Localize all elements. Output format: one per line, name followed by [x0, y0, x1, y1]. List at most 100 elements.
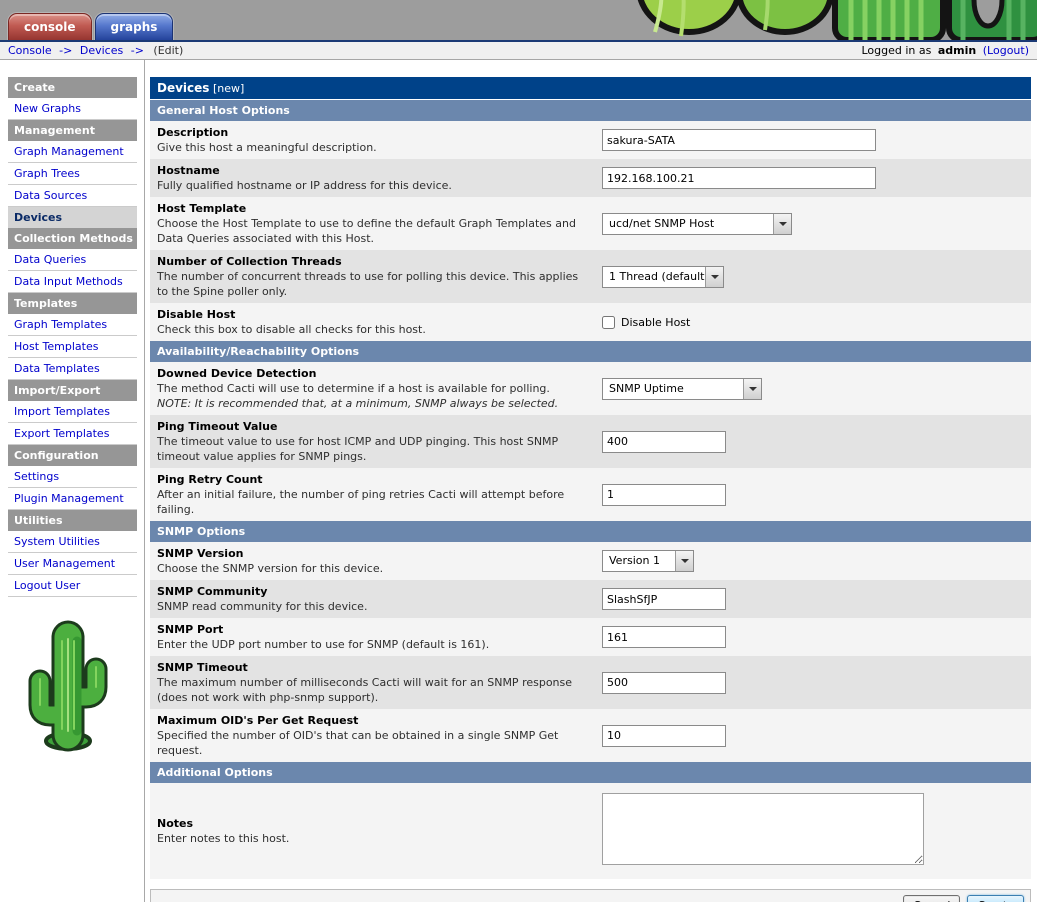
sidebar-item-import-templates[interactable]: Import Templates — [8, 401, 137, 423]
form-row-downed-device-detection: Downed Device Detection The method Cacti… — [150, 362, 1031, 415]
host-template-select[interactable]: ucd/net SNMP Host — [602, 213, 792, 235]
field-help: Choose the Host Template to use to defin… — [157, 216, 588, 246]
breadcrumb-bar: Console -> Devices -> (Edit) Logged in a… — [0, 40, 1037, 60]
sidebar-item-logout-user[interactable]: Logout User — [8, 575, 137, 597]
field-label: SNMP Version — [157, 546, 588, 561]
section-header-availability-options: Availability/Reachability Options — [150, 341, 1031, 362]
notes-textarea[interactable] — [602, 793, 924, 865]
ping-retry-field[interactable] — [602, 484, 726, 506]
username: admin — [938, 44, 976, 57]
section-header-additional-options: Additional Options — [150, 762, 1031, 783]
logout-link[interactable]: (Logout) — [983, 44, 1029, 57]
field-label: SNMP Community — [157, 584, 588, 599]
sidebar-item-graph-templates[interactable]: Graph Templates — [8, 314, 137, 336]
field-help: Check this box to disable all checks for… — [157, 322, 588, 337]
tab-console[interactable]: console — [8, 13, 92, 40]
create-button[interactable]: Create — [967, 895, 1024, 902]
login-status: Logged in as admin (Logout) — [862, 44, 1030, 57]
sidebar-item-system-utilities[interactable]: System Utilities — [8, 531, 137, 553]
breadcrumb-link-console[interactable]: Console — [8, 44, 52, 57]
field-help: Enter the UDP port number to use for SNM… — [157, 637, 588, 652]
field-help: The maximum number of milliseconds Cacti… — [157, 675, 588, 705]
field-label: SNMP Port — [157, 622, 588, 637]
form-row-description: Description Give this host a meaningful … — [150, 121, 1031, 159]
sidebar-header-utilities: Utilities — [8, 510, 137, 531]
field-help: The method Cacti will use to determine i… — [157, 381, 588, 396]
field-help: The number of concurrent threads to use … — [157, 269, 588, 299]
form-row-ping-retry: Ping Retry Count After an initial failur… — [150, 468, 1031, 521]
cacti-banner-art — [637, 0, 1037, 40]
chevron-down-icon[interactable] — [675, 551, 693, 571]
sidebar-item-data-sources[interactable]: Data Sources — [8, 185, 137, 207]
sidebar-item-data-input-methods[interactable]: Data Input Methods — [8, 271, 137, 293]
cactus-logo — [18, 617, 118, 752]
sidebar-item-graph-trees[interactable]: Graph Trees — [8, 163, 137, 185]
sidebar: Create New Graphs Management Graph Manag… — [0, 60, 145, 902]
chevron-down-icon[interactable] — [705, 267, 723, 287]
description-field[interactable] — [602, 129, 876, 151]
main-tabs: console graphs — [8, 13, 173, 40]
sidebar-item-data-templates[interactable]: Data Templates — [8, 358, 137, 380]
main-content: Devices [new] General Host Options Descr… — [145, 60, 1037, 902]
field-help: Specified the number of OID's that can b… — [157, 728, 588, 758]
hostname-field[interactable] — [602, 167, 876, 189]
breadcrumb-separator: -> — [131, 44, 144, 57]
cancel-button[interactable]: Cancel — [903, 895, 960, 902]
sidebar-item-plugin-management[interactable]: Plugin Management — [8, 488, 137, 510]
breadcrumb-link-devices[interactable]: Devices — [80, 44, 123, 57]
ping-timeout-field[interactable] — [602, 431, 726, 453]
sidebar-item-settings[interactable]: Settings — [8, 466, 137, 488]
snmp-community-field[interactable] — [602, 588, 726, 610]
chevron-down-icon[interactable] — [773, 214, 791, 234]
top-banner: console graphs — [0, 0, 1037, 40]
collection-threads-select[interactable]: 1 Thread (default) — [602, 266, 724, 288]
disable-host-checkbox[interactable] — [602, 316, 615, 329]
sidebar-header-management: Management — [8, 120, 137, 141]
field-label: SNMP Timeout — [157, 660, 588, 675]
form-row-notes: Notes Enter notes to this host. — [150, 783, 1031, 879]
sidebar-item-host-templates[interactable]: Host Templates — [8, 336, 137, 358]
snmp-timeout-field[interactable] — [602, 672, 726, 694]
cacti-console-page: console graphs Console -> Devices -> (Ed… — [0, 0, 1037, 902]
form-row-hostname: Hostname Fully qualified hostname or IP … — [150, 159, 1031, 197]
sidebar-item-data-queries[interactable]: Data Queries — [8, 249, 137, 271]
field-help: Choose the SNMP version for this device. — [157, 561, 588, 576]
form-row-max-oids: Maximum OID's Per Get Request Specified … — [150, 709, 1031, 762]
disable-host-checkbox-label: Disable Host — [621, 316, 690, 329]
tab-graphs[interactable]: graphs — [95, 13, 174, 40]
form-row-disable-host: Disable Host Check this box to disable a… — [150, 303, 1031, 341]
sidebar-header-collection-methods: Collection Methods — [8, 228, 137, 249]
field-label: Notes — [157, 816, 588, 831]
field-help: Fully qualified hostname or IP address f… — [157, 178, 588, 193]
field-note: NOTE: It is recommended that, at a minim… — [157, 396, 588, 411]
sidebar-item-user-management[interactable]: User Management — [8, 553, 137, 575]
field-label: Ping Retry Count — [157, 472, 588, 487]
max-oids-field[interactable] — [602, 725, 726, 747]
page-title: Devices [new] — [150, 77, 1031, 99]
form-row-snmp-version: SNMP Version Choose the SNMP version for… — [150, 542, 1031, 580]
sidebar-item-devices[interactable]: Devices — [8, 207, 137, 228]
field-help: After an initial failure, the number of … — [157, 487, 588, 517]
snmp-port-field[interactable] — [602, 626, 726, 648]
field-label: Description — [157, 125, 588, 140]
form-row-snmp-timeout: SNMP Timeout The maximum number of milli… — [150, 656, 1031, 709]
chevron-down-icon[interactable] — [743, 379, 761, 399]
sidebar-item-export-templates[interactable]: Export Templates — [8, 423, 137, 445]
snmp-version-select[interactable]: Version 1 — [602, 550, 694, 572]
sidebar-item-new-graphs[interactable]: New Graphs — [8, 98, 137, 120]
logged-in-label: Logged in as — [862, 44, 932, 57]
form-row-snmp-community: SNMP Community SNMP read community for t… — [150, 580, 1031, 618]
field-label: Ping Timeout Value — [157, 419, 588, 434]
sidebar-item-graph-management[interactable]: Graph Management — [8, 141, 137, 163]
field-help: Enter notes to this host. — [157, 831, 588, 846]
field-label: Downed Device Detection — [157, 366, 588, 381]
sidebar-header-templates: Templates — [8, 293, 137, 314]
breadcrumb-separator: -> — [59, 44, 72, 57]
form-row-ping-timeout: Ping Timeout Value The timeout value to … — [150, 415, 1031, 468]
form-action-bar: Cancel Create — [150, 889, 1031, 902]
downed-device-detection-select[interactable]: SNMP Uptime — [602, 378, 762, 400]
field-help: The timeout value to use for host ICMP a… — [157, 434, 588, 464]
sidebar-header-import-export: Import/Export — [8, 380, 137, 401]
form-row-collection-threads: Number of Collection Threads The number … — [150, 250, 1031, 303]
sidebar-header-configuration: Configuration — [8, 445, 137, 466]
